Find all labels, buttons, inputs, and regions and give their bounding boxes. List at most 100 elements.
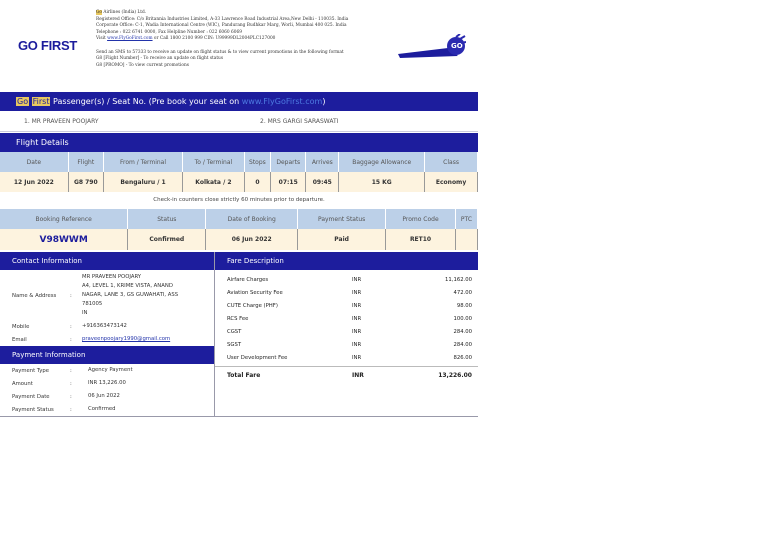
- label: Payment Status: [12, 406, 54, 413]
- go-first-logo: GO FIRST: [18, 38, 77, 53]
- contact-header: Contact Information: [0, 252, 214, 270]
- fare-label: CGST: [227, 328, 242, 335]
- label: Email: [12, 336, 27, 343]
- fare-row: CUTE Charge (PHF) INR 98.00: [215, 299, 478, 312]
- booking-col-header: Booking Reference: [0, 209, 129, 229]
- fare-rows: Airfare Charges INR 11,162.00 Aviation Secu…: [215, 270, 478, 364]
- sep: :: [70, 406, 72, 413]
- flight-cell: Bengaluru / 1: [103, 172, 184, 192]
- fare-amount: 284.00: [453, 341, 472, 348]
- fare-label: User Development Fee: [227, 354, 288, 361]
- fare-label: RCS Fee: [227, 315, 249, 322]
- booking-col-header: Promo Code: [385, 209, 456, 229]
- booking-col-header: Payment Status: [297, 209, 387, 229]
- flight-table: Date Flight From / Terminal To / Terminal St…: [0, 152, 478, 192]
- fare-row: RCS Fee INR 100.00: [215, 312, 478, 325]
- payment-row: Amount: INR 13,226.00: [0, 377, 214, 390]
- fare-row: CGST INR 284.00: [215, 325, 478, 338]
- company-address: Go Airlines (India) Ltd. Registered Offi…: [96, 10, 396, 69]
- fare-amount: 98.00: [456, 302, 472, 309]
- flight-cell: Kolkata / 2: [182, 172, 245, 192]
- fare-amount: 826.00: [453, 354, 472, 361]
- first-badge: First: [31, 97, 51, 106]
- go-badge: Go: [16, 97, 30, 106]
- website-link[interactable]: www.FlyGoFirst.com: [107, 36, 152, 41]
- flight-cell: G8 790: [68, 172, 104, 192]
- flight-details-header: Flight Details: [0, 133, 478, 152]
- flight-cell: 12 Jun 2022: [0, 172, 69, 192]
- fare-currency: INR: [352, 289, 362, 296]
- flight-col-header: Baggage Allowance: [338, 152, 426, 172]
- passenger-list: 1. MR PRAVEEN POOJARY 2. MRS GARGI SARAS…: [0, 111, 478, 132]
- mobile-value: +916363473142: [82, 323, 127, 329]
- paren-close: ): [322, 97, 326, 106]
- fare-amount: 472.00: [453, 289, 472, 296]
- payment-row: Payment Type: Agency Payment: [0, 364, 214, 377]
- email-row: Email: praveenpoojary1990@gmail.com: [0, 333, 214, 346]
- payment-rows: Payment Type: Agency Payment Amount: INR 13…: [0, 364, 214, 416]
- left-column: Contact Information Name & Address : MR …: [0, 252, 215, 416]
- sep: :: [70, 393, 72, 400]
- value: 06 Jun 2022: [88, 393, 120, 399]
- flight-col-header: Flight: [68, 152, 104, 172]
- total-currency: INR: [352, 372, 364, 379]
- right-column: Fare Description Airfare Charges INR 11,16…: [215, 252, 478, 416]
- flight-cell: 09:45: [305, 172, 340, 192]
- email-link[interactable]: praveenpoojary1990@gmail.com: [82, 335, 214, 344]
- fare-label: CUTE Charge (PHF): [227, 302, 278, 309]
- itinerary: GO FIRST Go Airlines (India) Ltd. Regist…: [0, 0, 479, 417]
- sms-promo: G8 [PROMO] - To view current promotions: [96, 62, 189, 68]
- payment-row: Payment Status: Confirmed: [0, 403, 214, 416]
- sep: :: [70, 292, 72, 299]
- svg-text:GO: GO: [451, 42, 463, 50]
- flight-col-header: Class: [424, 152, 478, 172]
- mobile-row: Mobile: +916363473142: [0, 320, 214, 333]
- label: Mobile: [12, 323, 30, 330]
- booking-cell: RET10: [385, 229, 456, 250]
- total-amount: 13,226.00: [438, 372, 472, 379]
- booking-cell: 06 Jun 2022: [205, 229, 299, 250]
- address-line: NAGAR, LANE 3, GS GUWAHATI, ASS: [82, 292, 179, 298]
- fare-amount: 100.00: [453, 315, 472, 322]
- fare-currency: INR: [352, 354, 362, 361]
- sep: :: [70, 380, 72, 387]
- sep: :: [70, 367, 72, 374]
- booking-col-header: Date of Booking: [205, 209, 299, 229]
- fare-row: Airfare Charges INR 11,162.00: [215, 273, 478, 286]
- fare-label: Airfare Charges: [227, 276, 269, 283]
- passengers-title: Passenger(s) / Seat No. (Pre book your s…: [50, 97, 242, 106]
- company-name: Airlines (India) Ltd.: [102, 10, 147, 15]
- value: Confirmed: [88, 406, 116, 412]
- address-line: IN: [82, 310, 88, 316]
- fare-header: Fare Description: [215, 252, 478, 270]
- flight-col-header: Arrives: [305, 152, 340, 172]
- fare-currency: INR: [352, 276, 362, 283]
- flight-col-header: Date: [0, 152, 69, 172]
- address: MR PRAVEEN POOJARY A4, LEVEL 1, KRIME VI…: [82, 273, 214, 318]
- fare-label: SGST: [227, 341, 242, 348]
- plane-logo-icon: GO: [398, 34, 466, 58]
- value: Agency Payment: [88, 367, 133, 373]
- booking-col-header: PTC: [455, 209, 479, 229]
- address-line: A4, LEVEL 1, KRIME VISTA, ANAND: [82, 283, 173, 289]
- booking-col-header: Status: [127, 209, 207, 229]
- booking-cell: Paid: [297, 229, 387, 250]
- fare-amount: 284.00: [453, 328, 472, 335]
- name-address-row: Name & Address : MR PRAVEEN POOJARY A4, …: [0, 270, 214, 318]
- seat-booking-link[interactable]: www.FlyGoFirst.com: [242, 97, 323, 106]
- address-line: 781005: [82, 301, 103, 307]
- fare-label: Aviation Security Fee: [227, 289, 283, 296]
- flight-col-header: To / Terminal: [182, 152, 245, 172]
- flight-cell: 07:15: [270, 172, 307, 192]
- passengers-header: Go First Passenger(s) / Seat No. (Pre bo…: [0, 92, 478, 111]
- sep: :: [70, 336, 72, 343]
- passenger: 1. MR PRAVEEN POOJARY: [24, 117, 99, 125]
- flight-cell: Economy: [424, 172, 478, 192]
- checkin-note: Check-in counters close strictly 60 minu…: [153, 197, 325, 203]
- payment-row: Payment Date: 06 Jun 2022: [0, 390, 214, 403]
- passenger: 2. MRS GARGI SARASWATI: [260, 117, 339, 125]
- fare-currency: INR: [352, 302, 362, 309]
- flight-col-header: From / Terminal: [103, 152, 184, 172]
- total-label: Total Fare: [227, 372, 261, 379]
- booking-table: Booking Reference Status Date of Booking Pa…: [0, 209, 479, 250]
